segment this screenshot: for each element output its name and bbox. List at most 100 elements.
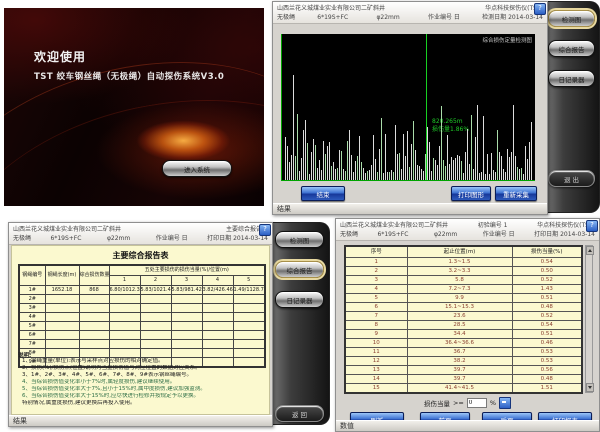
col-damage-count: 综合损伤数量(处) [79, 265, 109, 286]
table-cell: 5 [345, 294, 407, 303]
waveform-bar [299, 171, 300, 180]
table-cell [109, 304, 140, 313]
back-button[interactable]: 返 回 [275, 405, 324, 422]
nav-daylog-button[interactable]: 日记录器 [548, 70, 595, 87]
table-cell: 5.83/1021.43 [140, 286, 171, 295]
table-cell [171, 313, 202, 322]
waveform-bar [361, 162, 362, 180]
nav-report-label: 综合报告 [559, 44, 585, 54]
table-cell: 0.48 [512, 375, 582, 384]
table-cell: 0.53 [512, 348, 582, 357]
table-cell: 0.51 [512, 294, 582, 303]
waveform-bar [421, 169, 422, 180]
table-cell [171, 340, 202, 349]
note-line: 3、1#、2#、3#、4#、5#、6#、7#、8#、9#表示钢丝绳编号。 [22, 372, 265, 379]
waveform-bar [373, 135, 374, 180]
waveform-bar [431, 171, 432, 180]
enter-system-button[interactable]: 进入系统 [162, 160, 230, 177]
table-cell [140, 313, 171, 322]
print-graph-button[interactable]: 打印图形 [451, 186, 491, 201]
waveform-bar [531, 122, 532, 180]
table-cell: 23.6 [407, 312, 512, 321]
filter-unit: % [490, 399, 496, 407]
waveform-panel: 检测图 综合报告 日记录器 退 出 ? 山西兰花义城煤业实业有限公司二矿斜井 华… [272, 1, 600, 213]
waveform-bar [443, 160, 444, 180]
filter-value-input[interactable] [467, 398, 487, 408]
stop-button[interactable]: 结束 [301, 186, 345, 201]
table-cell [233, 340, 265, 349]
waveform-bar [467, 129, 468, 180]
waveform-bar [349, 130, 350, 180]
scroll-up-icon[interactable] [586, 246, 594, 255]
nav-daylog-button[interactable]: 日记录器 [275, 291, 324, 308]
table-cell [109, 322, 140, 331]
resample-button[interactable]: 重新采集 [495, 186, 537, 201]
table-cell: 0.52 [512, 276, 582, 285]
waveform-bar [363, 168, 364, 180]
waveform-bar [501, 156, 502, 180]
waveform-bar [419, 166, 420, 180]
table-row: 23.2~3.30.50 [345, 267, 582, 276]
window-header: 山西兰花义城煤业实业有限公司二矿斜井 主要综合报告表 无极绳 6*19S+FC … [9, 223, 272, 245]
waveform-bar [399, 153, 400, 180]
table-row: 723.60.52 [345, 312, 582, 321]
status-bar: 结果 [9, 415, 272, 426]
rope-diameter: φ22mm [376, 13, 399, 22]
exit-button[interactable]: 退 出 [548, 170, 595, 187]
splash-screen: 欢迎使用 TST 绞车钢丝绳（无极绳）自动探伤系统V3.0 进入系统 [4, 8, 264, 206]
waveform-bar [331, 166, 332, 180]
waveform-bar [477, 105, 478, 180]
waveform-bar [433, 158, 434, 180]
table-cell [140, 304, 171, 313]
scroll-down-icon[interactable] [586, 383, 594, 392]
rope-spec: 6*19S+FC [378, 230, 409, 239]
report-title: 主要综合报告表 [12, 250, 269, 261]
filter-apply-button[interactable] [499, 397, 511, 409]
waveform-bar [295, 156, 296, 180]
table-cell [171, 322, 202, 331]
waveform-bar [499, 152, 500, 180]
company-name: 山西兰花义城煤业实业有限公司二矿斜井 [340, 221, 448, 230]
table-cell: 3 [345, 276, 407, 285]
waveform-bar [423, 171, 424, 180]
table-cell [140, 331, 171, 340]
waveform-bar [325, 154, 326, 180]
table-cell [171, 295, 202, 304]
print-graph-label: 打印图形 [458, 189, 484, 199]
table-cell [45, 340, 79, 349]
waveform-bar [517, 167, 518, 180]
nav-detect-graph-button[interactable]: 检测图 [548, 10, 595, 27]
table-row: 1#1652.188686.80/1012.365.83/1021.435.83… [19, 286, 265, 295]
table-cell [45, 322, 79, 331]
table-cell [79, 340, 109, 349]
help-icon[interactable]: ? [534, 3, 546, 15]
table-cell: 868 [79, 286, 109, 295]
nav-report-button[interactable]: 综合报告 [275, 261, 324, 278]
waveform-bar [483, 116, 484, 180]
table-cell: 1 [345, 258, 407, 267]
waveform-bar [451, 157, 452, 180]
waveform-bar [427, 127, 428, 180]
waveform-bar [411, 144, 412, 180]
help-icon[interactable]: ? [586, 220, 598, 232]
table-row: 1036.4~36.60.46 [345, 339, 582, 348]
table-cell: 41.4~41.5 [407, 384, 512, 394]
table-cell: 15 [345, 384, 407, 394]
table-cell [45, 295, 79, 304]
rope-type: 无极绳 [277, 13, 295, 22]
nav-detect-graph-button[interactable]: 检测图 [275, 231, 324, 248]
table-cell: 0.53 [512, 357, 582, 366]
waveform-bar [327, 146, 328, 180]
notes-list: 1、钢绳重量(单位):表示与采样点对应损伤的相对确定值。2、损伤(%)/损伤点(… [22, 358, 265, 407]
waveform-bar [463, 173, 464, 180]
table-cell: 34.4 [407, 330, 512, 339]
cursor-readout: 820.265m 损伤量1.86% [432, 118, 469, 133]
help-icon[interactable]: ? [259, 224, 271, 236]
nav-report-button[interactable]: 综合报告 [548, 40, 595, 57]
rope-spec: 6*19S+FC [51, 234, 82, 243]
cursor-value: 损伤量1.86% [432, 126, 469, 134]
table-row: 615.1~15.30.48 [345, 303, 582, 312]
check-number: 初验编号 1 [478, 221, 508, 230]
waveform-bar [415, 150, 416, 180]
vertical-scrollbar[interactable] [585, 245, 593, 393]
